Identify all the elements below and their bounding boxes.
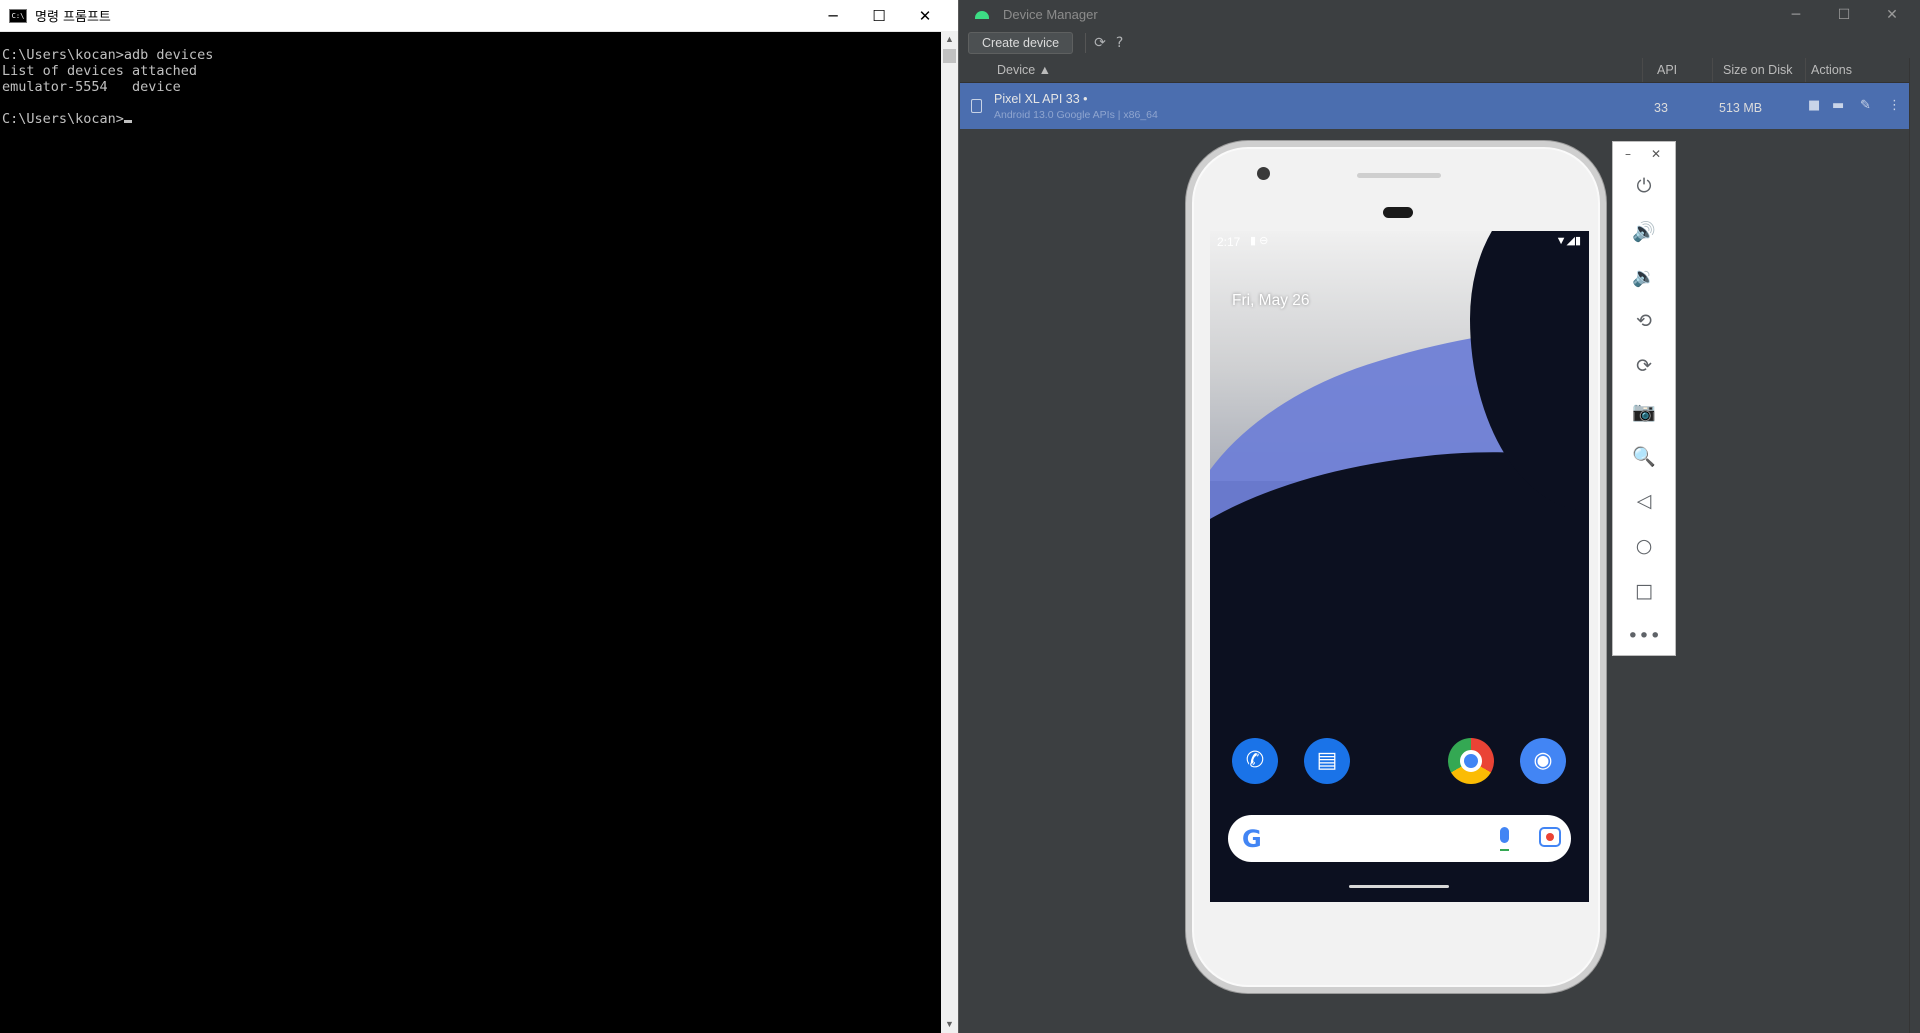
overview-icon[interactable]: □ bbox=[1613, 576, 1675, 606]
emulator-screen[interactable]: 2:17 ▮ ⊖ ▼◢▮ Fri, May 26 ✆ ▤ ◉ G bbox=[1210, 231, 1589, 902]
microphone-stand bbox=[1500, 845, 1509, 851]
stop-icon[interactable]: ■ bbox=[1808, 98, 1820, 113]
close-icon[interactable]: ✕ bbox=[1651, 147, 1661, 161]
notification-icons: ▮ ⊖ bbox=[1250, 235, 1269, 247]
back-icon[interactable]: ◁ bbox=[1613, 486, 1675, 516]
microphone-icon[interactable] bbox=[1500, 827, 1509, 843]
console-line: List of devices attached bbox=[2, 63, 198, 79]
console-prompt-line: C:\Users\kocan> bbox=[2, 111, 938, 127]
status-time: 2:17 bbox=[1217, 235, 1241, 249]
text-cursor bbox=[123, 120, 132, 123]
edit-icon[interactable]: ✎ bbox=[1860, 98, 1871, 113]
camera-app-icon[interactable]: ◉ bbox=[1520, 738, 1566, 784]
device-table-header: Device ▲ API Size on Disk Actions bbox=[960, 58, 1920, 83]
maximize-icon[interactable]: ☐ bbox=[856, 0, 902, 31]
home-icon[interactable]: ○ bbox=[1613, 531, 1675, 561]
device-api-level: 33 bbox=[1654, 101, 1668, 115]
device-size-on-disk: 513 MB bbox=[1719, 101, 1763, 115]
gesture-nav-handle[interactable] bbox=[1349, 885, 1449, 888]
chrome-icon bbox=[1460, 750, 1482, 772]
tool-window-stripe bbox=[1909, 58, 1920, 1033]
device-details: Android 13.0 Google APIs | x86_64 bbox=[994, 109, 1158, 121]
more-options-icon[interactable]: ⋮ bbox=[1888, 98, 1901, 113]
close-icon[interactable]: ✕ bbox=[1868, 0, 1916, 29]
messages-app-icon[interactable]: ▤ bbox=[1304, 738, 1350, 784]
maximize-icon[interactable]: ☐ bbox=[1820, 0, 1868, 29]
cmd-title-bar[interactable]: C:\ 명령 프롬프트 ─ ☐ ✕ bbox=[0, 0, 958, 32]
lens-dot bbox=[1546, 833, 1554, 841]
signal-battery-icons: ▼◢▮ bbox=[1555, 235, 1581, 247]
cmd-scrollbar[interactable]: ▲ ▼ bbox=[941, 31, 958, 1033]
device-type-icon bbox=[971, 99, 982, 113]
create-device-button[interactable]: Create device bbox=[968, 32, 1074, 54]
column-header-size[interactable]: Size on Disk bbox=[1723, 63, 1792, 77]
refresh-icon[interactable]: ⟳ bbox=[1094, 35, 1106, 51]
console-prompt: C:\Users\kocan> bbox=[2, 111, 124, 127]
folder-icon[interactable]: ▬ bbox=[1832, 98, 1844, 113]
android-logo-icon bbox=[975, 10, 989, 19]
screenshot-camera-icon[interactable]: 📷 bbox=[1613, 396, 1675, 426]
front-camera bbox=[1257, 167, 1270, 180]
minimize-icon[interactable]: – bbox=[1625, 147, 1631, 161]
camera-icon: ◉ bbox=[1533, 748, 1553, 773]
command-prompt-window: C:\ 명령 프롬프트 ─ ☐ ✕ C:\Users\kocan>adb dev… bbox=[0, 0, 959, 1033]
console-line: C:\Users\kocan>adb devices bbox=[2, 47, 214, 63]
scroll-down-arrow-icon[interactable]: ▼ bbox=[941, 1016, 958, 1033]
phone-speaker bbox=[1357, 173, 1441, 178]
rotate-left-icon[interactable]: ⟲ bbox=[1613, 306, 1675, 336]
dm-toolbar: Create device ⟳ ? bbox=[960, 29, 1920, 57]
cmd-app-icon: C:\ bbox=[9, 8, 27, 23]
rotate-right-icon[interactable]: ⟳ bbox=[1613, 351, 1675, 381]
device-name: Pixel XL API 33 • bbox=[994, 92, 1088, 106]
column-divider bbox=[1805, 58, 1806, 82]
emulator-toolbar: – ✕ ⏻ 🔊 🔉 ⟲ ⟳ 📷 🔍 ◁ ○ □ ••• bbox=[1612, 141, 1676, 656]
google-search-bar[interactable]: G bbox=[1228, 815, 1571, 862]
column-header-api[interactable]: API bbox=[1657, 63, 1677, 77]
phone-earpiece bbox=[1383, 207, 1413, 218]
console-output[interactable]: C:\Users\kocan>adb devices List of device… bbox=[0, 31, 940, 1033]
google-lens-icon[interactable] bbox=[1539, 827, 1561, 847]
cmd-window-title: 명령 프롬프트 bbox=[35, 10, 111, 25]
device-row-selected[interactable]: Pixel XL API 33 • Android 13.0 Google AP… bbox=[960, 83, 1920, 129]
home-date[interactable]: Fri, May 26 bbox=[1232, 292, 1310, 310]
dm-title-bar[interactable]: Device Manager ─ ☐ ✕ bbox=[960, 0, 1920, 29]
emulator-toolbar-header: – ✕ bbox=[1613, 142, 1675, 170]
dm-window-title: Device Manager bbox=[1003, 7, 1098, 22]
column-header-device[interactable]: Device ▲ bbox=[997, 63, 1051, 77]
phone-icon: ✆ bbox=[1245, 748, 1265, 773]
phone-app-icon[interactable]: ✆ bbox=[1232, 738, 1278, 784]
toolbar-divider bbox=[1085, 33, 1087, 53]
zoom-icon[interactable]: 🔍 bbox=[1613, 441, 1675, 471]
close-icon[interactable]: ✕ bbox=[902, 0, 948, 31]
volume-down-icon[interactable]: 🔉 bbox=[1613, 261, 1675, 291]
scroll-thumb[interactable] bbox=[943, 49, 956, 63]
help-icon[interactable]: ? bbox=[1116, 35, 1123, 51]
column-divider bbox=[1712, 58, 1713, 82]
scroll-up-arrow-icon[interactable]: ▲ bbox=[941, 31, 958, 48]
power-icon[interactable]: ⏻ bbox=[1613, 171, 1675, 201]
column-divider bbox=[1642, 58, 1643, 82]
chrome-app-icon[interactable] bbox=[1448, 738, 1494, 784]
minimize-icon[interactable]: ─ bbox=[810, 0, 856, 31]
console-line: emulator-5554 device bbox=[2, 79, 181, 95]
more-options-icon[interactable]: ••• bbox=[1613, 621, 1675, 651]
google-logo-icon: G bbox=[1242, 825, 1262, 853]
column-header-actions[interactable]: Actions bbox=[1811, 63, 1852, 77]
emulator-device-frame: 2:17 ▮ ⊖ ▼◢▮ Fri, May 26 ✆ ▤ ◉ G bbox=[1186, 141, 1606, 993]
android-status-bar[interactable]: 2:17 ▮ ⊖ ▼◢▮ bbox=[1210, 231, 1589, 253]
volume-up-icon[interactable]: 🔊 bbox=[1613, 216, 1675, 246]
messages-icon: ▤ bbox=[1316, 748, 1338, 773]
minimize-icon[interactable]: ─ bbox=[1772, 0, 1820, 29]
